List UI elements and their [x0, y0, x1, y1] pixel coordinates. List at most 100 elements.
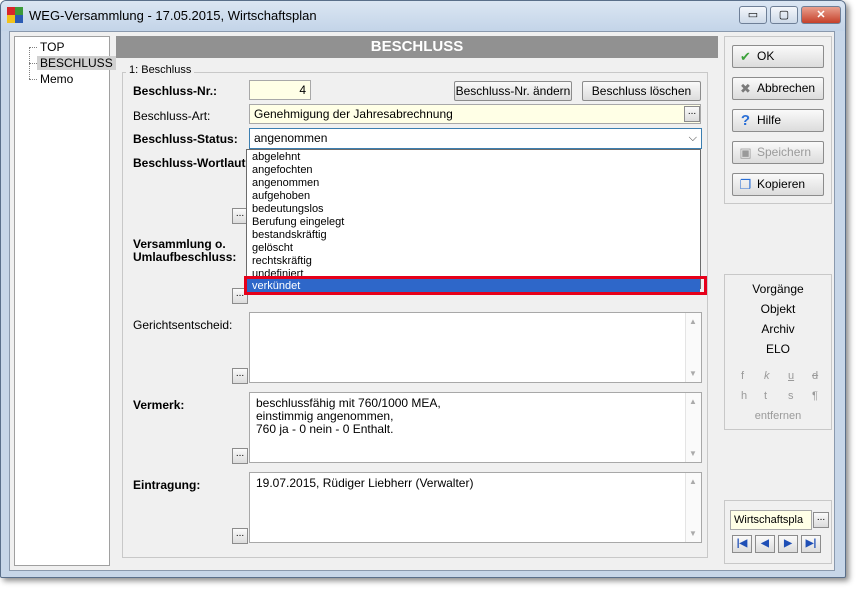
floppy-disk-icon: ▣ [739, 145, 752, 160]
close-button[interactable]: ✕ [801, 6, 841, 24]
nr-label: Beschluss-Nr.: [133, 84, 218, 98]
paragraph-icon[interactable]: ¶ [812, 390, 818, 402]
copy-button[interactable]: ❐ Kopieren [732, 173, 824, 196]
cancel-label: Abbrechen [757, 81, 816, 95]
dropdown-option[interactable]: angenommen [247, 177, 700, 190]
scroll-up-icon[interactable]: ▲ [689, 397, 697, 406]
help-button[interactable]: ? Hilfe [732, 109, 824, 132]
checkmark-icon: ✔ [740, 49, 751, 64]
help-icon: ? [740, 112, 751, 129]
art-picker-button[interactable]: ... [684, 106, 700, 122]
cross-icon: ✖ [740, 81, 751, 96]
dropdown-option[interactable]: rechtskräftig [247, 255, 700, 268]
next-icon: ▶ [784, 538, 792, 549]
vermerk-picker-button[interactable]: ... [232, 448, 248, 464]
art-label: Beschluss-Art: [133, 109, 211, 123]
ok-label: OK [757, 49, 775, 63]
vermerk-text: beschlussfähig mit 760/1000 MEA, einstim… [256, 397, 681, 436]
scroll-up-icon[interactable]: ▲ [689, 317, 697, 326]
eintragung-picker-button[interactable]: ... [232, 528, 248, 544]
title-bar[interactable]: WEG-Versammlung - 17.05.2015, Wirtschaft… [1, 1, 845, 31]
maximize-button[interactable]: ▢ [770, 6, 798, 24]
gericht-picker-button[interactable]: ... [232, 368, 248, 384]
chevron-down-icon[interactable]: ⌵ [689, 129, 697, 148]
action-panel: ✔ OK ✖ Abbrechen ? Hilfe ▣ Speichern ❐ K… [724, 36, 832, 566]
main-panel: BESCHLUSS 1: Beschluss Beschluss-Nr.: 4 … [116, 36, 718, 566]
versammlung-label: Versammlung o. [133, 237, 226, 251]
format-high-button[interactable]: h [741, 390, 747, 402]
last-record-button[interactable]: ▶| [801, 535, 821, 553]
scroll-up-icon[interactable]: ▲ [689, 477, 697, 486]
scroll-down-icon[interactable]: ▼ [689, 449, 697, 458]
first-record-button[interactable]: |◀ [732, 535, 752, 553]
dropdown-option[interactable]: abgelehnt [247, 151, 700, 164]
beschluss-nr-field[interactable]: 4 [249, 80, 311, 100]
save-button[interactable]: ▣ Speichern [732, 141, 824, 164]
gerichtsentscheid-field[interactable]: ▲ ▼ [249, 312, 702, 383]
copy-label: Kopieren [757, 177, 806, 191]
ok-button[interactable]: ✔ OK [732, 45, 824, 68]
link-vorgaenge[interactable]: Vorgänge [724, 282, 832, 296]
status-dropdown-list[interactable]: abgelehnt angefochten angenommen aufgeho… [246, 149, 701, 289]
help-label: Hilfe [757, 113, 782, 127]
last-icon: ▶| [805, 538, 817, 549]
vermerk-line: 760 ja - 0 nein - 0 Enthalt. [256, 422, 394, 436]
link-objekt[interactable]: Objekt [724, 302, 832, 316]
tree-item-beschluss[interactable]: BESCHLUSS [37, 56, 116, 70]
beschluss-status-select[interactable]: angenommen ⌵ [249, 128, 702, 149]
tree-item-memo[interactable]: Memo [37, 72, 76, 86]
scroll-down-icon[interactable]: ▼ [689, 369, 697, 378]
wortlaut-label: Beschluss-Wortlaut: [133, 156, 250, 170]
eintragung-label: Eintragung: [133, 478, 201, 492]
dropdown-option[interactable]: angefochten [247, 164, 700, 177]
eintragung-field[interactable]: 19.07.2015, Rüdiger Liebherr (Verwalter)… [249, 472, 702, 543]
navigation-tree: TOP BESCHLUSS Memo [14, 36, 116, 566]
window-title: WEG-Versammlung - 17.05.2015, Wirtschaft… [29, 8, 317, 23]
tree-connector [29, 47, 37, 48]
change-number-button[interactable]: Beschluss-Nr. ändern [454, 81, 572, 101]
vermerk-label: Vermerk: [133, 398, 185, 412]
remove-format-button[interactable]: entfernen [724, 410, 832, 422]
previous-record-button[interactable]: ◀ [755, 535, 775, 553]
link-archiv[interactable]: Archiv [724, 322, 832, 336]
format-italic-button[interactable]: k [764, 370, 770, 382]
scrollbar[interactable]: ▲ ▼ [685, 313, 701, 382]
eintragung-text: 19.07.2015, Rüdiger Liebherr (Verwalter) [256, 476, 474, 490]
gericht-label: Gerichtsentscheid: [133, 318, 233, 332]
previous-icon: ◀ [761, 538, 769, 549]
scrollbar[interactable]: ▲ ▼ [685, 473, 701, 542]
copy-icon: ❐ [739, 177, 752, 192]
format-s-button[interactable]: s [788, 390, 794, 402]
panel-header: BESCHLUSS [116, 36, 718, 58]
dropdown-option[interactable]: bestandskräftig [247, 229, 700, 242]
dropdown-option[interactable]: Berufung eingelegt [247, 216, 700, 229]
umlauf-label: Umlaufbeschluss: [133, 250, 237, 264]
link-elo[interactable]: ELO [724, 342, 832, 356]
highlight-frame [244, 276, 707, 295]
tree-item-top[interactable]: TOP [37, 40, 67, 54]
first-icon: |◀ [736, 538, 748, 549]
format-bold-button[interactable]: f [741, 370, 744, 382]
tree-connector [29, 79, 37, 80]
dropdown-option[interactable]: bedeutungslos [247, 203, 700, 216]
scrollbar[interactable]: ▲ ▼ [685, 393, 701, 462]
plan-picker-button[interactable]: ... [813, 512, 829, 528]
client-area: TOP BESCHLUSS Memo BESCHLUSS 1: Beschlus… [9, 31, 835, 571]
format-underline-button[interactable]: u [788, 370, 794, 382]
status-label: Beschluss-Status: [133, 132, 238, 146]
beschluss-art-field[interactable]: Genehmigung der Jahresabrechnung [249, 104, 701, 124]
dropdown-option[interactable]: gelöscht [247, 242, 700, 255]
tree-connector [29, 63, 37, 64]
app-icon [7, 7, 23, 23]
plan-field[interactable]: Wirtschaftspla [730, 510, 812, 530]
cancel-button[interactable]: ✖ Abbrechen [732, 77, 824, 100]
format-low-button[interactable]: t [764, 390, 767, 402]
delete-beschluss-button[interactable]: Beschluss löschen [582, 81, 701, 101]
group-title: 1: Beschluss [126, 64, 195, 76]
format-strike-button[interactable]: d [812, 370, 818, 382]
next-record-button[interactable]: ▶ [778, 535, 798, 553]
minimize-button[interactable]: ▭ [739, 6, 767, 24]
dropdown-option[interactable]: aufgehoben [247, 190, 700, 203]
scroll-down-icon[interactable]: ▼ [689, 529, 697, 538]
vermerk-field[interactable]: beschlussfähig mit 760/1000 MEA, einstim… [249, 392, 702, 463]
